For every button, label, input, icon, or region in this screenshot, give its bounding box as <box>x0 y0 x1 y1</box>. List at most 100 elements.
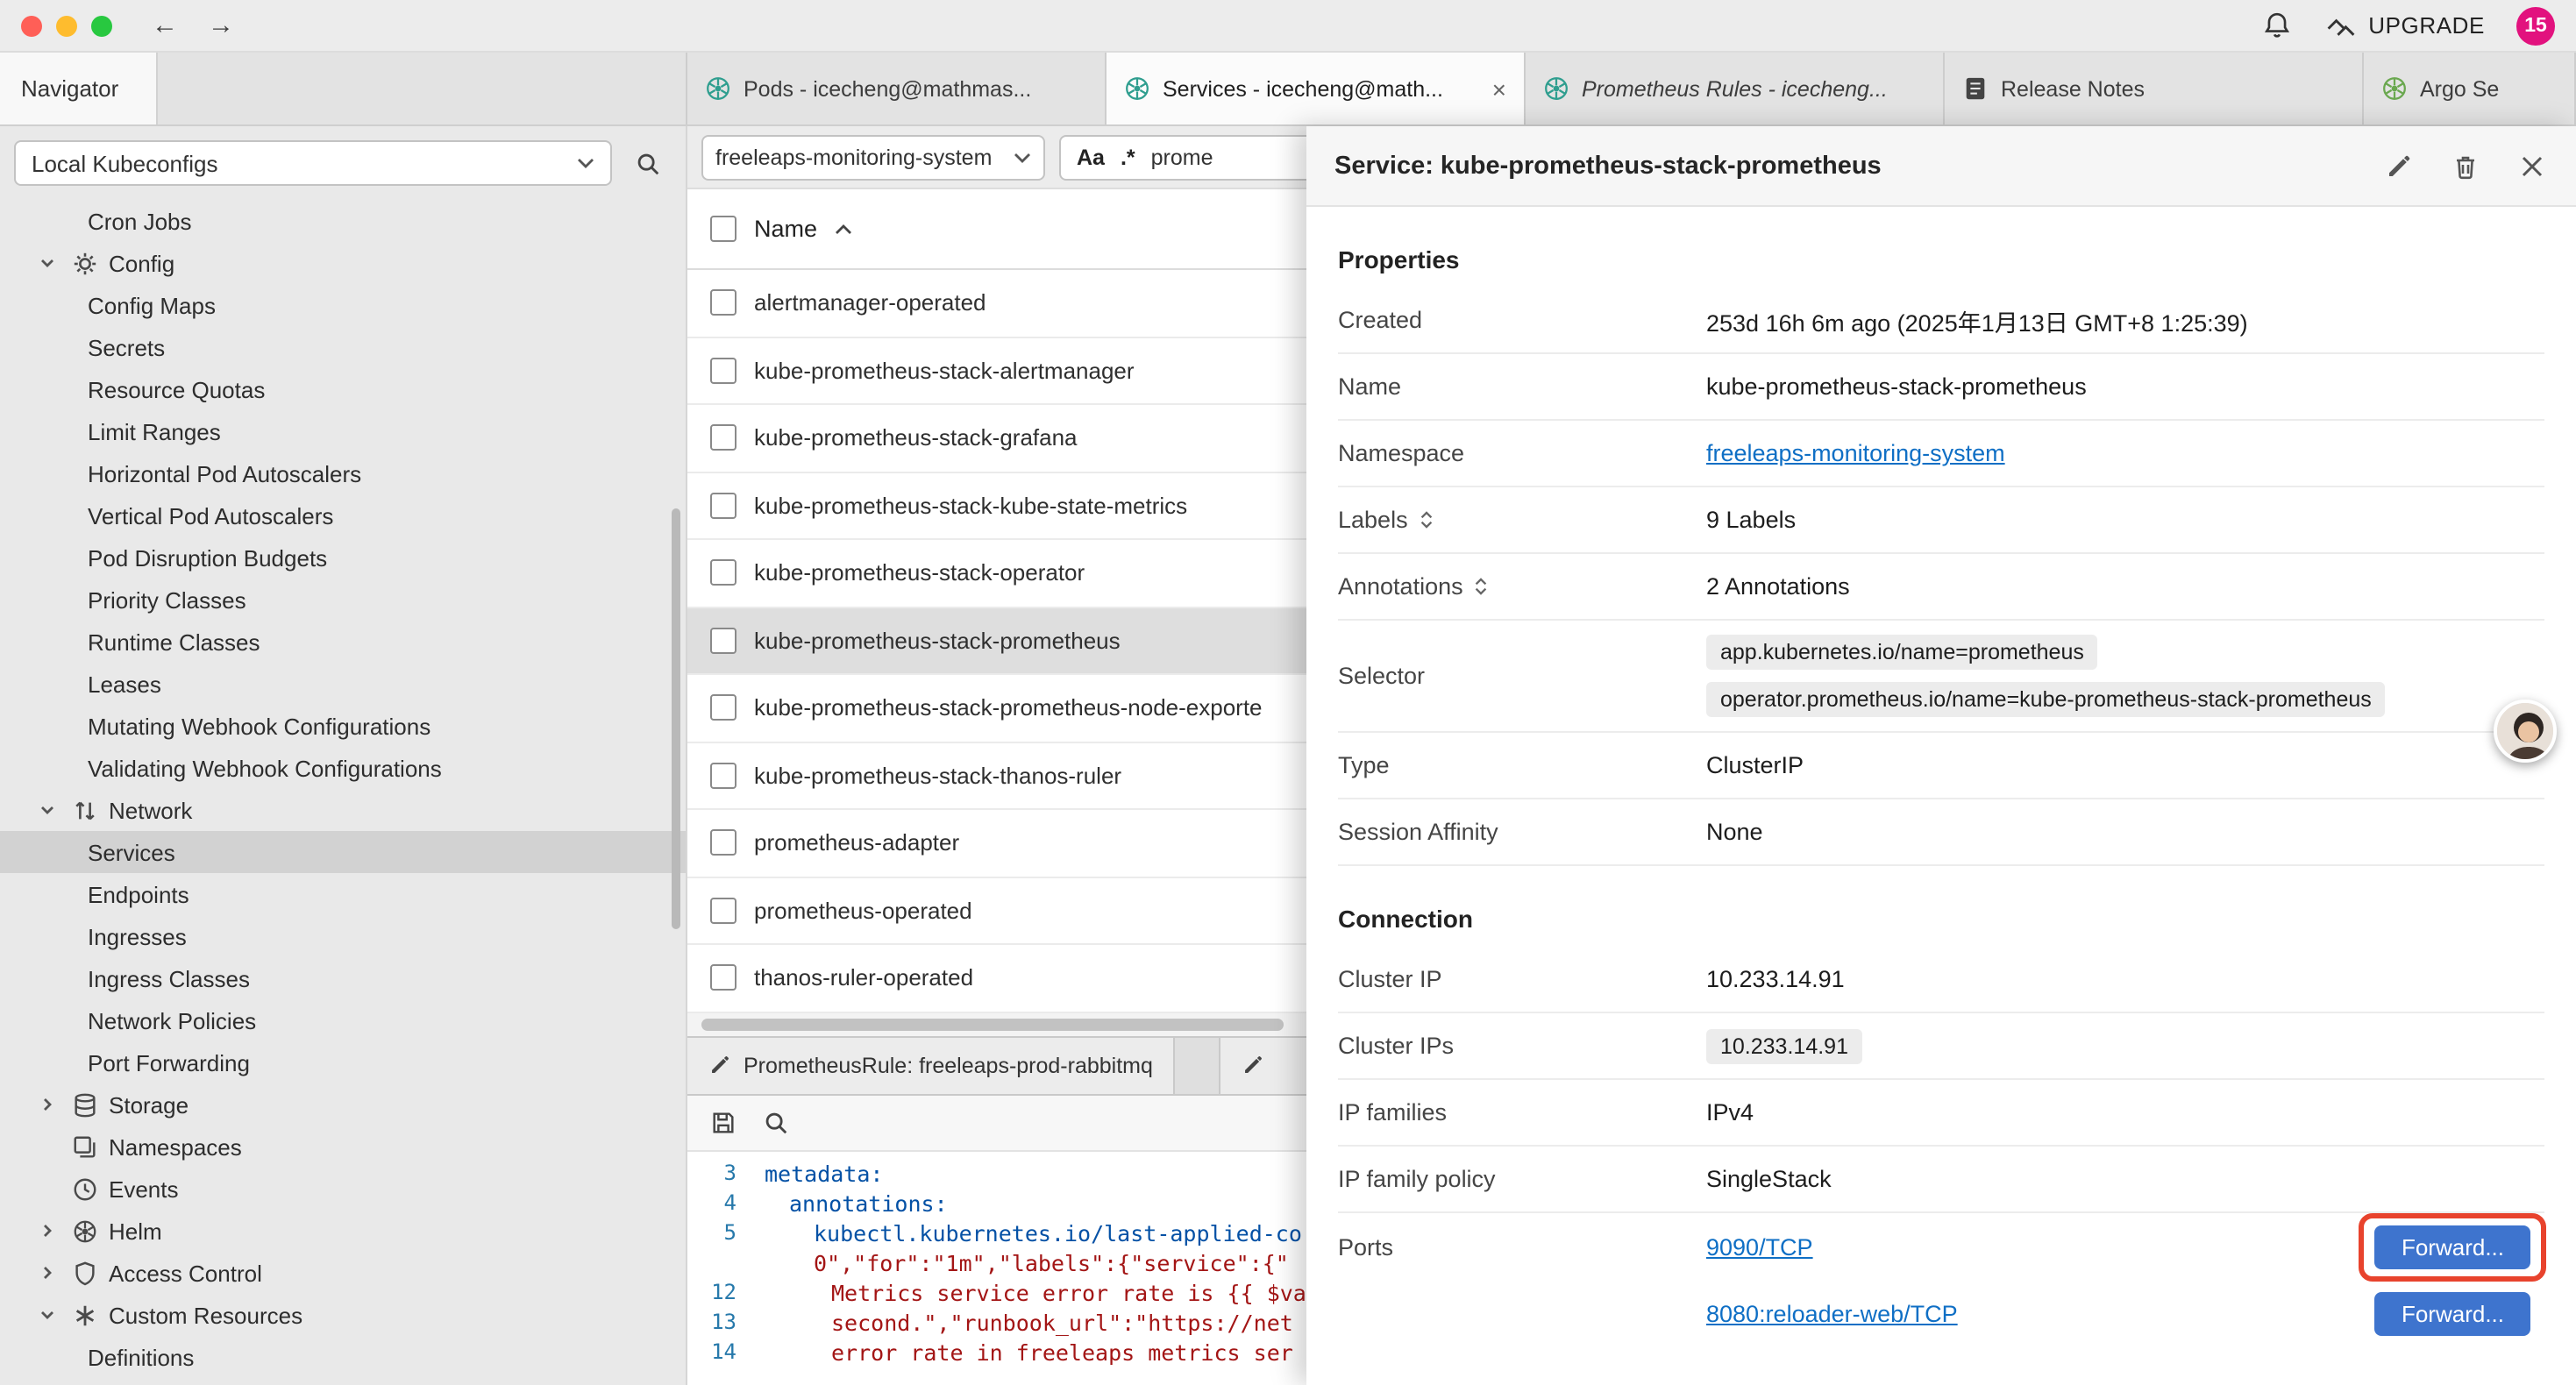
sidebar-item-runtime-classes[interactable]: Runtime Classes <box>0 621 686 663</box>
sidebar-item-network-policies[interactable]: Network Policies <box>0 999 686 1041</box>
table-row[interactable]: kube-prometheus-stack-operator <box>687 540 1306 607</box>
sidebar-item-config-maps[interactable]: Config Maps <box>0 284 686 326</box>
sidebar-item-access-control[interactable]: Access Control <box>0 1252 686 1294</box>
sidebar-item-pod-disruption-budgets[interactable]: Pod Disruption Budgets <box>0 536 686 579</box>
table-row[interactable]: kube-prometheus-stack-kube-state-metrics <box>687 472 1306 540</box>
sidebar-item-priority-classes[interactable]: Priority Classes <box>0 579 686 621</box>
sort-ascending-icon[interactable] <box>835 224 852 234</box>
sidebar-item-leases[interactable]: Leases <box>0 663 686 705</box>
table-row[interactable]: kube-prometheus-stack-grafana <box>687 405 1306 472</box>
sidebar-item-vertical-pod-autoscalers[interactable]: Vertical Pod Autoscalers <box>0 494 686 536</box>
sidebar-item-ingresses[interactable]: Ingresses <box>0 915 686 957</box>
sidebar-item-endpoints[interactable]: Endpoints <box>0 873 686 915</box>
sidebar-item-horizontal-pod-autoscalers[interactable]: Horizontal Pod Autoscalers <box>0 452 686 494</box>
tab-services[interactable]: Services - icecheng@math... × <box>1107 53 1526 124</box>
sidebar-item-cron-jobs[interactable]: Cron Jobs <box>0 200 686 242</box>
sidebar-item-definitions[interactable]: Definitions <box>0 1336 686 1378</box>
editor-search-icon[interactable] <box>754 1101 796 1143</box>
services-list-panel: freeleaps-monitoring-system Aa .* prome … <box>687 126 1306 1385</box>
tab-argo[interactable]: Argo Se <box>2364 53 2576 124</box>
sidebar-item-namespaces[interactable]: Namespaces <box>0 1126 686 1168</box>
row-checkbox[interactable] <box>710 493 737 519</box>
sidebar-item-storage[interactable]: Storage <box>0 1083 686 1126</box>
regex-toggle[interactable]: .* <box>1121 145 1135 169</box>
notifications-bell-icon[interactable] <box>2261 10 2293 41</box>
sidebar-item-events[interactable]: Events <box>0 1168 686 1210</box>
name-column-header[interactable]: Name <box>754 216 817 242</box>
table-row[interactable]: kube-prometheus-stack-prometheus-node-ex… <box>687 675 1306 742</box>
match-case-toggle[interactable]: Aa <box>1077 145 1105 169</box>
table-row[interactable]: prometheus-adapter <box>687 810 1306 877</box>
expand-toggle-icon[interactable] <box>1474 575 1490 598</box>
dock-tab-partial[interactable] <box>1219 1037 1306 1093</box>
sidebar-item-services[interactable]: Services <box>0 831 686 873</box>
sidebar-search-icon[interactable] <box>626 142 668 184</box>
sidebar-item-validating-webhook-configurations[interactable]: Validating Webhook Configurations <box>0 747 686 789</box>
row-checkbox[interactable] <box>710 628 737 654</box>
namespace-selector[interactable]: freeleaps-monitoring-system <box>701 134 1045 180</box>
row-checkbox[interactable] <box>710 290 737 316</box>
kubeconfig-selector[interactable]: Local Kubeconfigs <box>14 140 612 186</box>
row-checkbox[interactable] <box>710 763 737 789</box>
table-row[interactable]: kube-prometheus-stack-thanos-ruler <box>687 742 1306 810</box>
sidebar-item-mutating-webhook-configurations[interactable]: Mutating Webhook Configurations <box>0 705 686 747</box>
horizontal-scrollbar[interactable] <box>687 1012 1306 1035</box>
sidebar-item-secrets[interactable]: Secrets <box>0 326 686 368</box>
sidebar-item-port-forwarding[interactable]: Port Forwarding <box>0 1041 686 1083</box>
table-row-selected[interactable]: kube-prometheus-stack-prometheus <box>687 607 1306 675</box>
forward-button[interactable]: Forward... <box>2375 1225 2530 1268</box>
minimize-window-button[interactable] <box>56 15 77 36</box>
sidebar-item-custom-resources[interactable]: Custom Resources <box>0 1294 686 1336</box>
selector-badge: app.kubernetes.io/name=prometheus <box>1706 635 2098 670</box>
namespace-link[interactable]: freeleaps-monitoring-system <box>1706 440 2005 466</box>
table-row[interactable]: prometheus-operated <box>687 877 1306 945</box>
upgrade-button[interactable]: UPGRADE <box>2324 12 2485 39</box>
sidebar-scrollbar[interactable] <box>672 508 680 929</box>
save-icon[interactable] <box>701 1101 744 1143</box>
maximize-window-button[interactable] <box>91 15 112 36</box>
navigator-panel-tab[interactable]: Navigator <box>0 53 158 124</box>
row-checkbox[interactable] <box>710 898 737 924</box>
sidebar-item-resource-quotas[interactable]: Resource Quotas <box>0 368 686 410</box>
tab-release-notes[interactable]: Release Notes <box>1945 53 2364 124</box>
table-row[interactable]: thanos-ruler-operated <box>687 945 1306 1012</box>
row-checkbox[interactable] <box>710 358 737 384</box>
search-input[interactable]: Aa .* prome <box>1059 134 1306 180</box>
delete-icon[interactable] <box>2450 150 2481 181</box>
notification-badge[interactable]: 15 <box>2516 6 2555 45</box>
port-link-9090[interactable]: 9090/TCP <box>1706 1233 1813 1260</box>
row-checkbox[interactable] <box>710 965 737 991</box>
back-arrow-icon[interactable]: ← <box>144 0 186 52</box>
row-checkbox[interactable] <box>710 830 737 856</box>
forward-arrow-icon[interactable]: → <box>200 0 242 52</box>
row-checkbox[interactable] <box>710 695 737 721</box>
close-window-button[interactable] <box>21 15 42 36</box>
select-all-checkbox[interactable] <box>710 216 737 242</box>
tab-prometheus-rules[interactable]: Prometheus Rules - icecheng... <box>1526 53 1945 124</box>
forward-button[interactable]: Forward... <box>2375 1291 2530 1335</box>
table-row[interactable]: kube-prometheus-stack-alertmanager <box>687 337 1306 405</box>
port-link-8080[interactable]: 8080:reloader-web/TCP <box>1706 1300 1958 1326</box>
app-window: ← → UPGRADE 15 Navigator Pods - icecheng… <box>0 0 2576 1385</box>
sidebar-item-ingress-classes[interactable]: Ingress Classes <box>0 957 686 999</box>
chevron-right-icon <box>39 1264 61 1282</box>
edit-icon[interactable] <box>2383 150 2415 181</box>
expand-toggle-icon[interactable] <box>1419 508 1434 531</box>
sidebar-item-config[interactable]: Config <box>0 242 686 284</box>
yaml-editor[interactable]: 3metadata: 4annotations: 5kubectl.kubern… <box>687 1151 1306 1385</box>
close-tab-icon[interactable]: × <box>1492 75 1506 103</box>
scrollbar-thumb[interactable] <box>701 1018 1284 1030</box>
sidebar-item-helm[interactable]: Helm <box>0 1210 686 1252</box>
table-row[interactable]: alertmanager-operated <box>687 270 1306 337</box>
close-icon[interactable] <box>2516 150 2548 181</box>
avatar[interactable] <box>2494 700 2557 763</box>
sidebar-item-limit-ranges[interactable]: Limit Ranges <box>0 410 686 452</box>
row-checkbox[interactable] <box>710 560 737 586</box>
sidebar-item-network[interactable]: Network <box>0 789 686 831</box>
created-value: 253d 16h 6m ago (2025年1月13日 GMT+8 1:25:3… <box>1706 302 2544 337</box>
ip-family-policy-value: SingleStack <box>1706 1166 2544 1192</box>
tab-pods[interactable]: Pods - icecheng@mathmas... <box>687 53 1107 124</box>
row-checkbox[interactable] <box>710 425 737 451</box>
property-row-annotations: Annotations 2 Annotations <box>1338 554 2544 621</box>
dock-tab-prometheusrule[interactable]: PrometheusRule: freeleaps-prod-rabbitmq <box>687 1037 1176 1093</box>
